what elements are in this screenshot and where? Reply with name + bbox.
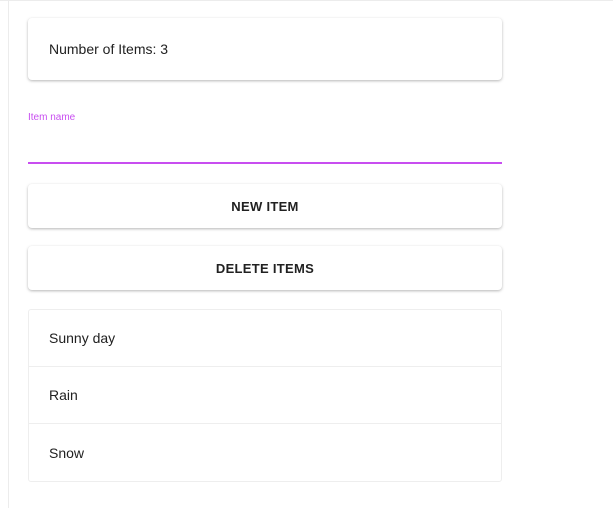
item-name-underline: [28, 162, 502, 164]
item-name-input[interactable]: [28, 131, 502, 161]
delete-items-button[interactable]: DELETE ITEMS: [28, 246, 502, 290]
left-divider: [8, 1, 9, 508]
new-item-button[interactable]: NEW ITEM: [28, 184, 502, 228]
list-item[interactable]: Snow: [29, 424, 501, 481]
item-name-label: Item name: [28, 112, 76, 123]
list-item[interactable]: Rain: [29, 367, 501, 424]
items-list: Sunny day Rain Snow: [28, 309, 502, 482]
app-frame: Number of Items: 3 Item name NEW ITEM DE…: [0, 0, 613, 508]
item-count-label: Number of Items: 3: [49, 41, 169, 57]
item-name-field[interactable]: Item name: [28, 109, 502, 165]
list-item[interactable]: Sunny day: [29, 310, 501, 367]
item-count-card: Number of Items: 3: [28, 18, 502, 80]
